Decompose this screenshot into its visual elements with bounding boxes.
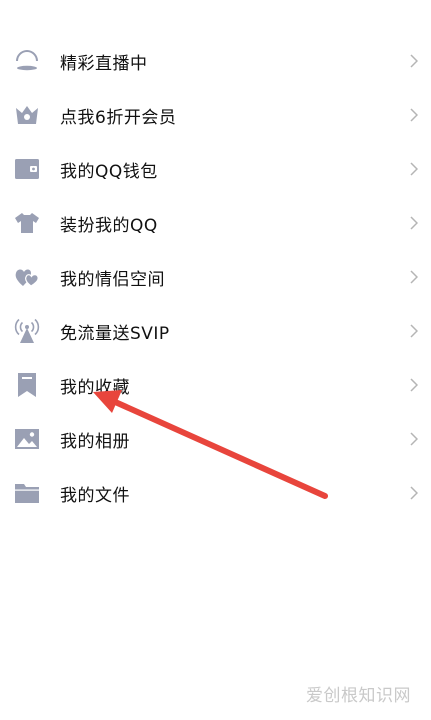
menu-item-label: 装扮我的QQ bbox=[60, 215, 158, 236]
menu-item-label: 点我6折开会员 bbox=[60, 107, 177, 128]
tshirt-icon bbox=[14, 210, 40, 236]
chevron-right-icon bbox=[409, 107, 419, 123]
wallet-icon bbox=[14, 156, 40, 182]
menu-item-couple[interactable]: 我的情侣空间 bbox=[0, 250, 431, 304]
couple-hearts-icon bbox=[14, 264, 40, 290]
menu-item-label: 我的收藏 bbox=[60, 377, 130, 398]
chevron-right-icon bbox=[409, 485, 419, 501]
menu-item-album[interactable]: 我的相册 bbox=[0, 412, 431, 466]
menu-item-wallet[interactable]: 我的QQ钱包 bbox=[0, 142, 431, 196]
chevron-right-icon bbox=[409, 53, 419, 69]
chevron-right-icon bbox=[409, 269, 419, 285]
chevron-right-icon bbox=[409, 161, 419, 177]
chevron-right-icon bbox=[409, 377, 419, 393]
menu-item-favorites[interactable]: 我的收藏 bbox=[0, 358, 431, 412]
live-dome-icon bbox=[14, 48, 40, 74]
menu-item-files[interactable]: 我的文件 bbox=[0, 466, 431, 520]
menu-item-label: 我的QQ钱包 bbox=[60, 161, 158, 182]
menu-item-dressup[interactable]: 装扮我的QQ bbox=[0, 196, 431, 250]
menu-item-label: 免流量送SVIP bbox=[60, 323, 170, 344]
vip-crown-icon bbox=[14, 102, 40, 128]
folder-icon bbox=[14, 480, 40, 506]
watermark-text: 爱创根知识网 bbox=[306, 686, 411, 706]
chevron-right-icon bbox=[409, 323, 419, 339]
menu-item-label: 精彩直播中 bbox=[60, 53, 148, 74]
bookmark-icon bbox=[14, 372, 40, 398]
menu-item-label: 我的相册 bbox=[60, 431, 130, 452]
sidebar-menu: 精彩直播中 点我6折开会员 我的QQ钱包 装扮我的QQ 我的情侣空间 免流量送S… bbox=[0, 34, 431, 520]
chevron-right-icon bbox=[409, 431, 419, 447]
menu-item-label: 我的文件 bbox=[60, 485, 130, 506]
menu-item-label: 我的情侣空间 bbox=[60, 269, 165, 290]
menu-item-vip[interactable]: 点我6折开会员 bbox=[0, 88, 431, 142]
menu-item-live[interactable]: 精彩直播中 bbox=[0, 34, 431, 88]
signal-tower-icon bbox=[14, 318, 40, 344]
chevron-right-icon bbox=[409, 215, 419, 231]
photo-album-icon bbox=[14, 426, 40, 452]
menu-item-free-svip[interactable]: 免流量送SVIP bbox=[0, 304, 431, 358]
